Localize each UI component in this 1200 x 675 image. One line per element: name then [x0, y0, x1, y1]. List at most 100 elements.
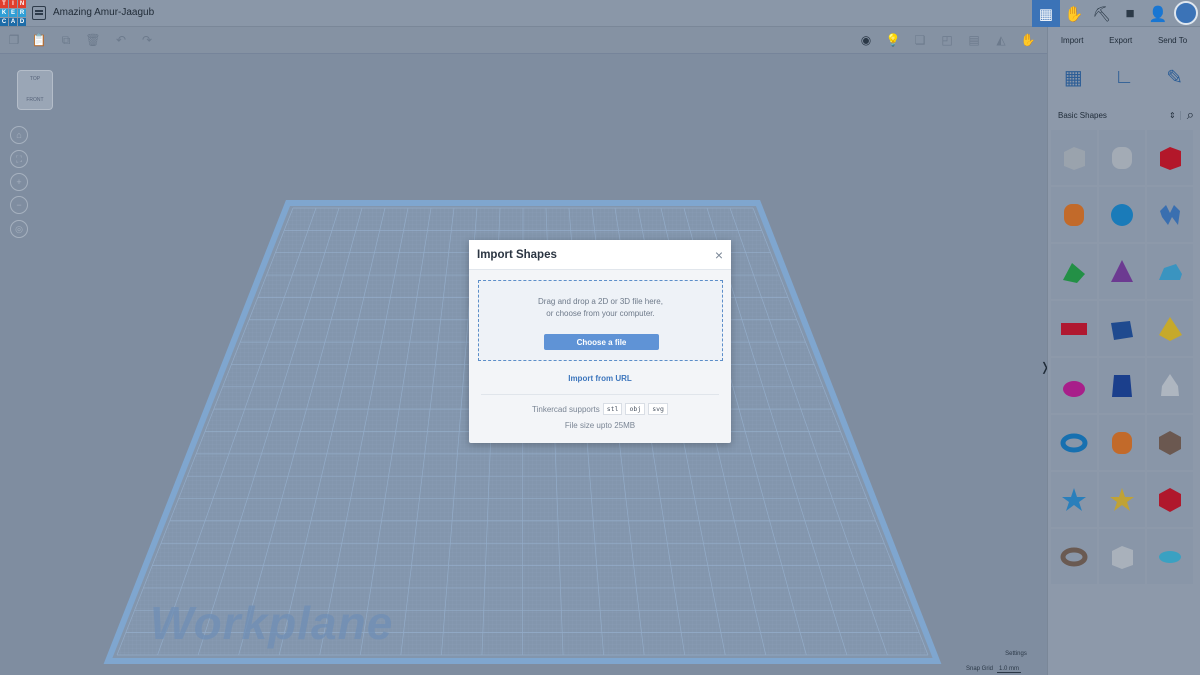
logo-letter: N: [18, 0, 26, 8]
shape-polyhedron[interactable]: [1147, 472, 1193, 527]
mirror-icon[interactable]: ◭: [993, 32, 1009, 48]
logo-letter: E: [9, 9, 17, 17]
icosahedron-icon: [1159, 430, 1181, 455]
shape-box-hole[interactable]: [1051, 130, 1097, 185]
dialog-header: Import Shapes ×: [469, 240, 731, 270]
shape-text[interactable]: [1051, 301, 1097, 356]
import-button[interactable]: Import: [1061, 36, 1084, 45]
design-title[interactable]: Amazing Amur-Jaagub: [53, 7, 154, 18]
shape-cone[interactable]: [1099, 244, 1145, 299]
cylinder-icon: [1064, 203, 1084, 226]
shape-polygon[interactable]: [1099, 358, 1145, 413]
add-user-button[interactable]: 👤: [1144, 0, 1172, 27]
view-cube-top[interactable]: TOP: [18, 76, 52, 82]
roof-shape: [1063, 262, 1085, 283]
settings-button[interactable]: Settings: [992, 647, 1040, 660]
fit-view-icon[interactable]: ⛶: [10, 150, 28, 168]
snap-grid[interactable]: Snap Grid 1.0 mm: [966, 666, 1022, 673]
view-cube[interactable]: TOP FRONT: [17, 70, 53, 110]
ungroup-icon[interactable]: ◰: [939, 32, 955, 48]
logo-letter: R: [18, 9, 26, 17]
box-icon: [1160, 146, 1181, 170]
search-icon[interactable]: ⌕: [1187, 107, 1194, 123]
tinkercad-logo[interactable]: T I N K E R C A D: [0, 0, 26, 26]
avatar[interactable]: [1174, 1, 1198, 25]
shape-ring[interactable]: [1051, 529, 1097, 584]
zoom-in-icon[interactable]: +: [10, 173, 28, 191]
shape-round-box[interactable]: [1099, 529, 1145, 584]
shape-tube[interactable]: [1099, 415, 1145, 470]
perspective-icon[interactable]: ◎: [10, 220, 28, 238]
paste-icon[interactable]: 📋: [31, 32, 47, 48]
duplicate-icon[interactable]: ⧉: [58, 32, 74, 48]
shape-cylinder[interactable]: [1051, 187, 1097, 242]
polygon-shape: [1112, 374, 1132, 397]
grid-view-button[interactable]: ▦: [1032, 0, 1060, 27]
cylinder-hole-shape: [1112, 146, 1132, 169]
zoom-out-icon[interactable]: −: [10, 196, 28, 214]
delete-icon[interactable]: 🗑: [85, 32, 101, 48]
import-from-url-link[interactable]: Import from URL: [469, 374, 731, 383]
shape-star-gold[interactable]: [1099, 472, 1145, 527]
polyhedron-shape: [1159, 487, 1181, 512]
shape-icosahedron[interactable]: [1147, 415, 1193, 470]
top-header: T I N K E R C A D Amazing Amur-Jaagub ▦ …: [0, 0, 1200, 27]
divider: [481, 394, 719, 395]
star-icon: [1062, 487, 1086, 511]
undo-icon[interactable]: ↶: [113, 32, 129, 48]
sphere-icon: [1111, 203, 1133, 226]
shape-half-sphere[interactable]: [1051, 358, 1097, 413]
shape-sphere[interactable]: [1099, 187, 1145, 242]
shape-box[interactable]: [1147, 130, 1193, 185]
close-icon[interactable]: ×: [715, 247, 723, 263]
logo-letter: C: [0, 18, 8, 26]
shape-cylinder-hole[interactable]: [1099, 130, 1145, 185]
note-icon[interactable]: ✎: [1162, 64, 1188, 90]
icosahedron-shape: [1159, 430, 1181, 455]
export-button[interactable]: Export: [1109, 36, 1132, 45]
lessons-button[interactable]: ■: [1116, 0, 1144, 27]
shape-category-select[interactable]: Basic Shapes ⇕: [1054, 110, 1181, 120]
wedge-shape: [1111, 320, 1133, 340]
shape-ellipsoid[interactable]: [1147, 529, 1193, 584]
shape-paraboloid[interactable]: [1147, 358, 1193, 413]
redo-icon[interactable]: ↷: [139, 32, 155, 48]
send-to-button[interactable]: Send To: [1158, 36, 1187, 45]
shape-round-roof[interactable]: [1147, 244, 1193, 299]
top-right-actions: ▦ ✋ ⛏ ■ 👤: [1032, 0, 1200, 27]
sphere-shape: [1111, 203, 1133, 226]
shape-scribble[interactable]: [1147, 187, 1193, 242]
align-icon[interactable]: ▤: [966, 32, 982, 48]
import-shapes-dialog: Import Shapes × Drag and drop a 2D or 3D…: [469, 240, 731, 443]
home-view-icon[interactable]: ⌂: [10, 126, 28, 144]
group-icon[interactable]: ❏: [912, 32, 928, 48]
bricks-button[interactable]: ⛏: [1088, 0, 1116, 27]
paraboloid-shape: [1161, 373, 1179, 396]
blocks-button[interactable]: ✋: [1060, 0, 1088, 27]
notes-visibility-icon[interactable]: ◉: [858, 32, 874, 48]
view-cube-front[interactable]: FRONT: [18, 97, 52, 103]
design-menu-icon[interactable]: [32, 6, 46, 20]
ring-shape: [1060, 547, 1088, 566]
shape-pyramid[interactable]: [1147, 301, 1193, 356]
cylinder-shape: [1064, 203, 1084, 226]
grid-icon: ▦: [1038, 5, 1054, 23]
workplane-icon[interactable]: ▦: [1060, 64, 1086, 90]
dropzone-line-1: Drag and drop a 2D or 3D file here,: [538, 297, 663, 306]
scribble-icon: [1160, 204, 1180, 225]
light-bulb-icon[interactable]: 💡: [885, 32, 901, 48]
shape-star[interactable]: [1051, 472, 1097, 527]
ruler-icon[interactable]: ∟: [1111, 64, 1137, 90]
shape-wedge[interactable]: [1099, 301, 1145, 356]
snap-grid-value[interactable]: 1.0 mm: [997, 666, 1022, 673]
shape-torus[interactable]: [1051, 415, 1097, 470]
pickaxe-icon: ⛏: [1092, 5, 1112, 23]
cruise-icon[interactable]: ✋: [1020, 32, 1036, 48]
copy-icon[interactable]: ❐: [6, 32, 22, 48]
choose-file-button[interactable]: Choose a file: [544, 334, 659, 350]
workplane-label: Workplane: [150, 597, 394, 649]
file-dropzone[interactable]: Drag and drop a 2D or 3D file here, or c…: [478, 280, 723, 361]
shape-roof[interactable]: [1051, 244, 1097, 299]
half-sphere-shape: [1063, 380, 1085, 397]
tube-shape: [1112, 431, 1132, 454]
